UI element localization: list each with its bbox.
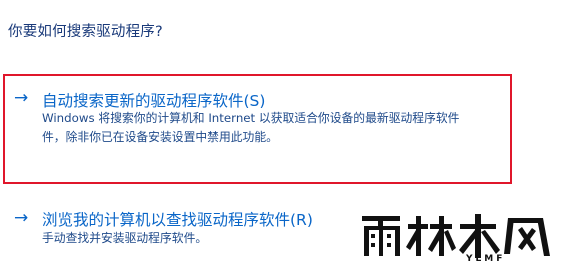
arrow-right-icon: → [14, 208, 29, 228]
arrow-right-icon: → [14, 88, 29, 108]
watermark-subtext: YLMF [466, 254, 506, 264]
browse-computer-title: 浏览我的计算机以查找驱动程序软件(R) [42, 211, 313, 229]
auto-search-option[interactable]: → 自动搜索更新的驱动程序软件(S) Windows 将搜索你的计算机和 Int… [0, 74, 560, 186]
auto-search-description-line1: Windows 将搜索你的计算机和 Internet 以获取适合你设备的最新驱动… [42, 111, 460, 125]
watermark-logo: YLMF [358, 210, 563, 266]
page-title: 你要如何搜索驱动程序? [8, 24, 163, 40]
browse-computer-description: 手动查找并安装驱动程序软件。 [42, 231, 208, 245]
driver-search-dialog: 你要如何搜索驱动程序? → 自动搜索更新的驱动程序软件(S) Windows 将… [0, 0, 567, 268]
auto-search-description-line2: 件，除非你已在设备安装设置中禁用此功能。 [42, 130, 278, 144]
watermark-logo-graphic [362, 214, 550, 258]
auto-search-title: 自动搜索更新的驱动程序软件(S) [42, 92, 266, 110]
